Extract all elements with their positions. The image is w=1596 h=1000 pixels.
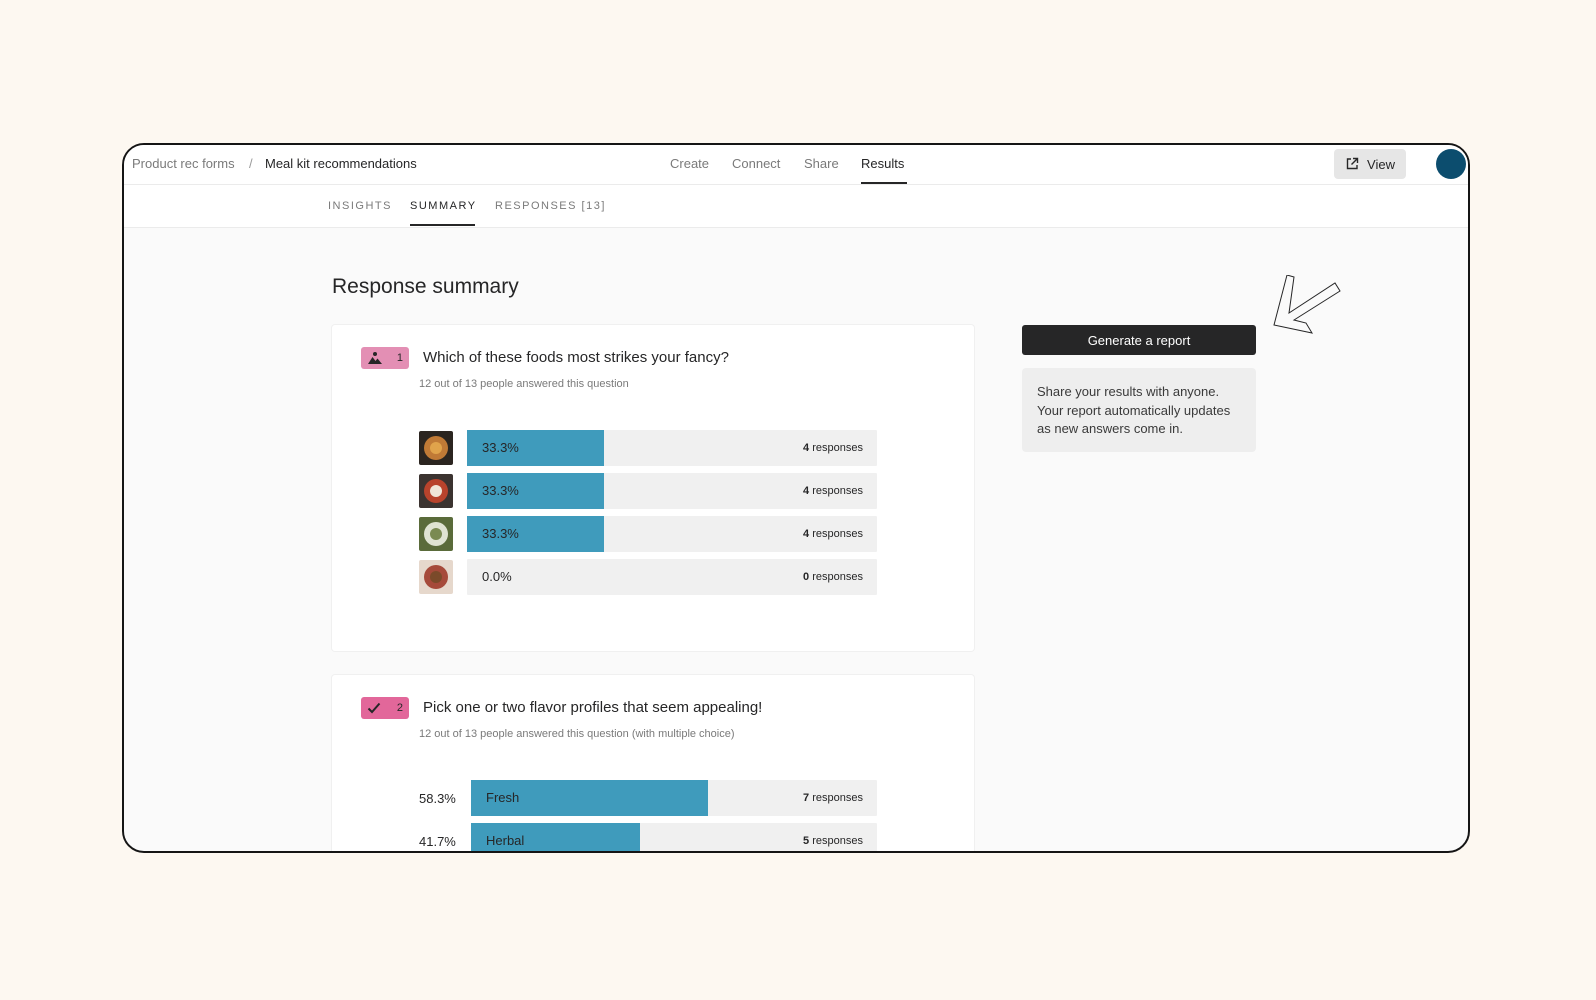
response-count: 4 responses [803, 485, 863, 497]
subtab-summary[interactable]: SUMMARY [410, 200, 477, 212]
answer-percent: 0.0% [482, 569, 512, 584]
avatar[interactable] [1436, 149, 1466, 179]
breadcrumb-current: Meal kit recommendations [265, 156, 417, 171]
response-count-unit: responses [812, 571, 863, 583]
food-image-2 [419, 474, 453, 508]
response-count-number: 7 [803, 792, 810, 804]
answer-row: 58.3% Fresh 7 responses [419, 780, 879, 816]
response-count-number: 4 [803, 485, 810, 497]
question-number: 2 [396, 702, 403, 714]
question-subtitle: 12 out of 13 people answered this questi… [419, 378, 629, 390]
response-count-number: 4 [803, 442, 810, 454]
question-title: Which of these foods most strikes your f… [423, 349, 729, 366]
external-link-icon [1346, 157, 1359, 170]
response-bar-track: 0.0% 0 responses [467, 559, 877, 595]
subtab-responses[interactable]: RESPONSES [13] [495, 200, 606, 212]
response-count-unit: responses [812, 792, 863, 804]
answer-row: 0.0% 0 responses [419, 559, 879, 595]
answer-percent: 33.3% [482, 483, 519, 498]
generate-report-button[interactable]: Generate a report [1022, 325, 1256, 355]
response-count-unit: responses [812, 528, 863, 540]
tab-connect[interactable]: Connect [732, 156, 780, 171]
breadcrumb-separator: / [249, 156, 253, 171]
active-tab-indicator [861, 182, 907, 184]
food-image-4 [419, 560, 453, 594]
response-count: 5 responses [803, 835, 863, 847]
answer-percent: 33.3% [482, 440, 519, 455]
question-card-2: 2 Pick one or two flavor profiles that s… [332, 675, 974, 851]
response-bar-track: Fresh 7 responses [471, 780, 877, 816]
answer-label: Fresh [486, 790, 520, 805]
answer-percent: 58.3% [419, 791, 456, 806]
picture-choice-icon [368, 352, 382, 364]
answer-row: 33.3% 4 responses [419, 473, 879, 509]
response-bar-track: 33.3% 4 responses [467, 473, 877, 509]
answer-percent: 41.7% [419, 834, 456, 849]
checkmark-icon [367, 702, 381, 714]
question-card-1: 1 Which of these foods most strikes your… [332, 325, 974, 651]
question-subtitle: 12 out of 13 people answered this questi… [419, 728, 735, 740]
tab-results[interactable]: Results [861, 156, 904, 171]
answer-row: 33.3% 4 responses [419, 430, 879, 466]
response-count-unit: responses [812, 442, 863, 454]
food-image-1 [419, 431, 453, 465]
view-button[interactable]: View [1334, 149, 1406, 179]
question-title: Pick one or two flavor profiles that see… [423, 699, 763, 716]
question-badge-2: 2 [361, 697, 409, 719]
page-title: Response summary [332, 275, 519, 298]
answer-percent: 33.3% [482, 526, 519, 541]
food-image-3 [419, 517, 453, 551]
response-count: 7 responses [803, 792, 863, 804]
response-bar-track: 33.3% 4 responses [467, 516, 877, 552]
breadcrumb-parent-link[interactable]: Product rec forms [132, 156, 235, 171]
response-count: 0 responses [803, 571, 863, 583]
answer-label: Herbal [486, 833, 525, 848]
response-count-number: 4 [803, 528, 810, 540]
question-number: 1 [396, 352, 403, 364]
tab-share[interactable]: Share [804, 156, 839, 171]
report-info-box: Share your results with anyone. Your rep… [1022, 368, 1256, 452]
active-subtab-indicator [410, 224, 475, 226]
response-bar-track: Herbal 5 responses [471, 823, 877, 851]
response-count-unit: responses [812, 835, 863, 847]
top-bar: Product rec forms / Meal kit recommendat… [124, 145, 1468, 185]
response-bar-track: 33.3% 4 responses [467, 430, 877, 466]
app-window: Product rec forms / Meal kit recommendat… [122, 143, 1470, 853]
response-count-number: 5 [803, 835, 810, 847]
tab-create[interactable]: Create [670, 156, 709, 171]
response-count-number: 0 [803, 571, 810, 583]
answer-row: 33.3% 4 responses [419, 516, 879, 552]
subtab-insights[interactable]: INSIGHTS [328, 200, 392, 212]
answer-row: 41.7% Herbal 5 responses [419, 823, 879, 851]
view-button-label: View [1367, 156, 1395, 172]
response-count: 4 responses [803, 442, 863, 454]
hand-drawn-arrow-icon [1273, 275, 1341, 334]
results-subnav: INSIGHTS SUMMARY RESPONSES [13] [124, 185, 1468, 228]
response-count-unit: responses [812, 485, 863, 497]
question-badge-1: 1 [361, 347, 409, 369]
response-count: 4 responses [803, 528, 863, 540]
